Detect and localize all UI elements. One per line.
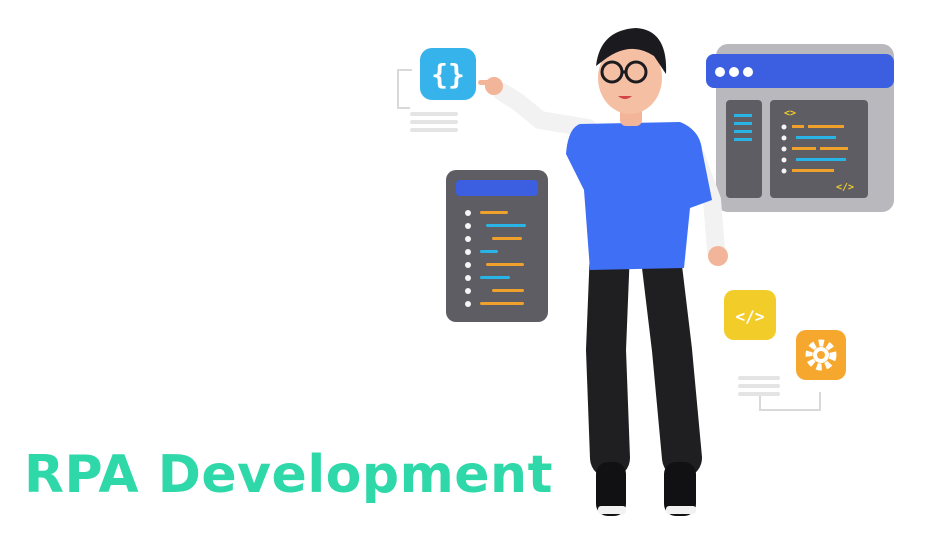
svg-text:{}: {} [431,58,465,91]
developer-illustration: {} <> </> </> [397,28,894,516]
svg-text:</>: </> [836,182,854,193]
svg-text:</>: </> [736,307,765,326]
connector-line [397,69,412,109]
code-tag-icon: </> [724,290,776,340]
curly-braces-icon: {} [420,48,476,100]
code-list-panel-icon [446,170,548,322]
browser-window-icon: <> </> [706,44,894,212]
caption-lines [410,112,458,132]
svg-text:<>: <> [784,108,796,119]
gear-icon [796,330,846,380]
caption-lines [738,376,780,396]
